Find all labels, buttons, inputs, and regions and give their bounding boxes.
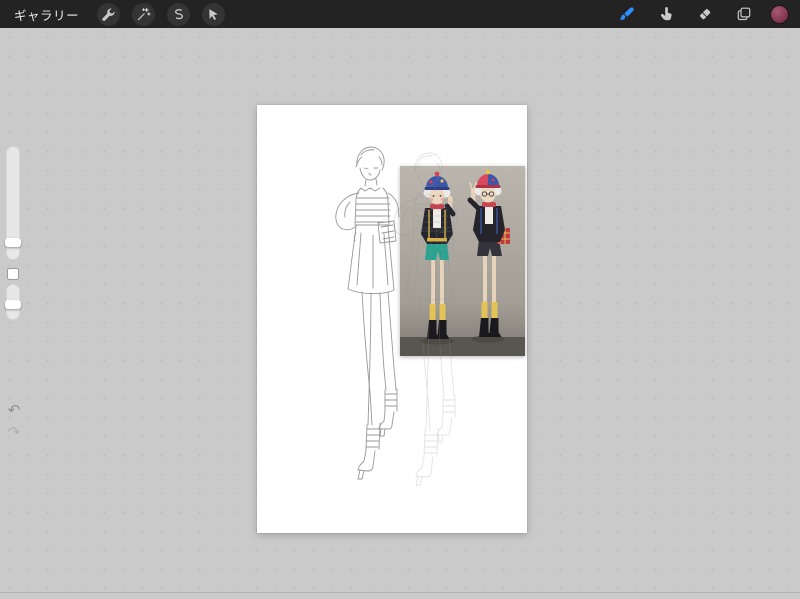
selection-s-icon xyxy=(171,7,186,22)
magic-wand-icon xyxy=(136,7,151,22)
brush-size-handle[interactable] xyxy=(5,238,21,247)
paint-button[interactable] xyxy=(615,3,638,26)
transform-button[interactable] xyxy=(202,3,225,26)
paintbrush-icon xyxy=(618,6,635,23)
wrench-icon xyxy=(101,7,116,22)
procreate-app: ギャラリー xyxy=(0,0,800,599)
smudge-finger-icon xyxy=(658,6,674,22)
undo-icon[interactable]: ↶ xyxy=(5,402,23,420)
smudge-button[interactable] xyxy=(654,3,677,26)
color-swatch[interactable] xyxy=(771,6,788,23)
reference-image[interactable] xyxy=(400,166,525,356)
drawing-canvas[interactable] xyxy=(257,105,527,533)
topbar-left-tools: ギャラリー xyxy=(12,3,225,26)
eraser-icon xyxy=(697,6,713,22)
opacity-slider[interactable] xyxy=(6,284,20,320)
opacity-handle[interactable] xyxy=(5,300,21,309)
brush-size-slider[interactable] xyxy=(6,146,20,260)
topbar: ギャラリー xyxy=(0,0,800,28)
adjustments-button[interactable] xyxy=(132,3,155,26)
topbar-right-tools xyxy=(615,3,788,26)
canvas-workspace[interactable]: ↶ ↷ xyxy=(0,28,800,599)
actions-button[interactable] xyxy=(97,3,120,26)
layers-button[interactable] xyxy=(732,3,755,26)
erase-button[interactable] xyxy=(693,3,716,26)
gallery-button[interactable]: ギャラリー xyxy=(12,5,85,24)
bottom-edge-line xyxy=(0,592,800,593)
layers-icon xyxy=(736,6,752,22)
redo-icon[interactable]: ↷ xyxy=(5,424,23,442)
modify-button[interactable] xyxy=(7,268,19,280)
transform-arrow-icon xyxy=(206,7,221,22)
selection-button[interactable] xyxy=(167,3,190,26)
